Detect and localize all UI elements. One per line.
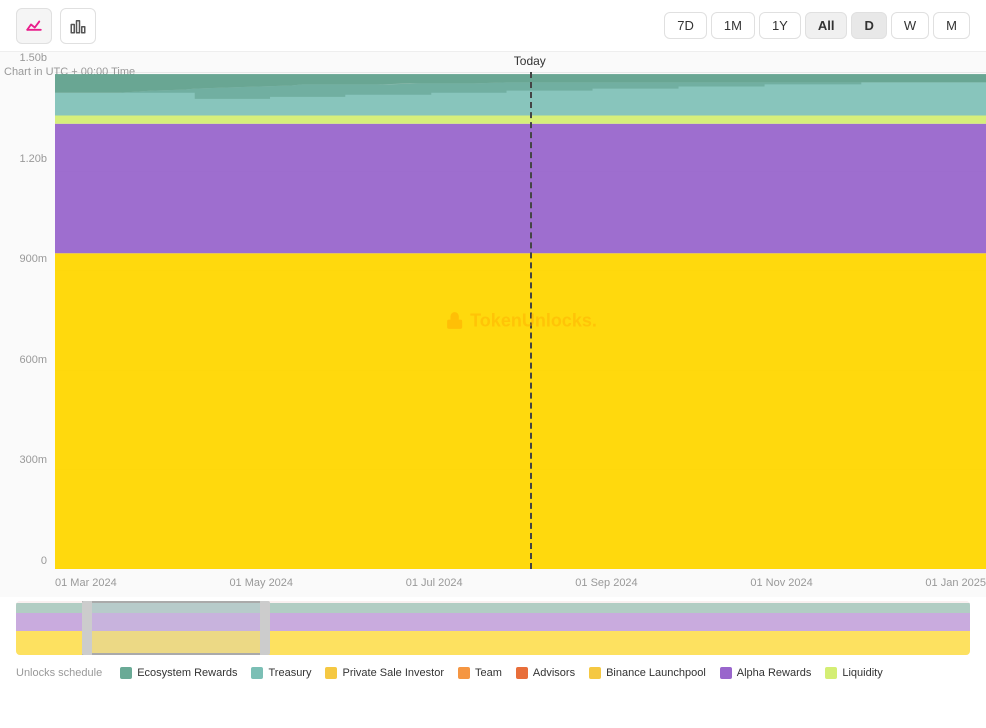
filter-7d[interactable]: 7D	[664, 12, 707, 39]
area-yellow	[55, 253, 986, 569]
x-label-mar: 01 Mar 2024	[55, 577, 117, 589]
y-label-1.20b: 1.20b	[19, 153, 47, 165]
legend-item-binance: Binance Launchpool	[589, 667, 706, 679]
chart-legend: Unlocks schedule Ecosystem Rewards Treas…	[0, 659, 986, 687]
minimap[interactable]	[16, 601, 970, 655]
x-label-jul: 01 Jul 2024	[406, 577, 463, 589]
area-lime	[55, 115, 986, 123]
x-label-jan: 01 Jan 2025	[925, 577, 986, 589]
filter-1y[interactable]: 1Y	[759, 12, 801, 39]
legend-color-binance	[589, 667, 601, 679]
filter-1m[interactable]: 1M	[711, 12, 755, 39]
chart-type-controls	[16, 8, 96, 44]
time-filter-controls: 7D 1M 1Y All D W M	[664, 12, 970, 39]
period-d[interactable]: D	[851, 12, 886, 39]
top-bar: 7D 1M 1Y All D W M	[0, 0, 986, 52]
period-w[interactable]: W	[891, 12, 929, 39]
legend-item-treasury: Treasury	[251, 667, 311, 679]
line-chart-button[interactable]	[16, 8, 52, 44]
x-label-sep: 01 Sep 2024	[575, 577, 637, 589]
legend-color-ecosystem	[120, 667, 132, 679]
stacked-chart-container: Today TokenUnlocks.	[55, 72, 986, 569]
legend-item-liquidity: Liquidity	[825, 667, 882, 679]
legend-item-team: Team	[458, 667, 502, 679]
legend-text-team: Team	[475, 667, 502, 679]
legend-text-liquidity: Liquidity	[842, 667, 882, 679]
minimap-handle-right[interactable]	[260, 601, 270, 655]
y-label-0: 0	[41, 555, 47, 567]
y-label-600m: 600m	[19, 354, 47, 366]
x-label-nov: 01 Nov 2024	[750, 577, 812, 589]
legend-item-alpha: Alpha Rewards	[720, 667, 812, 679]
legend-item-advisors: Advisors	[516, 667, 575, 679]
today-line	[530, 72, 532, 569]
legend-item-private-sale: Private Sale Investor	[325, 667, 444, 679]
filter-all[interactable]: All	[805, 12, 848, 39]
legend-color-team	[458, 667, 470, 679]
legend-color-liquidity	[825, 667, 837, 679]
today-label: Today	[514, 54, 546, 68]
legend-color-alpha	[720, 667, 732, 679]
legend-text-binance: Binance Launchpool	[606, 667, 706, 679]
minimap-selected-range	[82, 601, 260, 655]
period-m[interactable]: M	[933, 12, 970, 39]
chart-area: 1.50b 1.20b 900m 600m 300m 0 Chart in UT…	[0, 52, 986, 597]
legend-text-alpha: Alpha Rewards	[737, 667, 812, 679]
bar-chart-button[interactable]	[60, 8, 96, 44]
legend-text-private-sale: Private Sale Investor	[342, 667, 444, 679]
legend-text-treasury: Treasury	[268, 667, 311, 679]
legend-item-ecosystem: Ecosystem Rewards	[120, 667, 237, 679]
legend-color-private-sale	[325, 667, 337, 679]
legend-text-ecosystem: Ecosystem Rewards	[137, 667, 237, 679]
legend-color-treasury	[251, 667, 263, 679]
y-axis: 1.50b 1.20b 900m 600m 300m 0	[0, 52, 55, 567]
x-label-may: 01 May 2024	[229, 577, 293, 589]
stacked-area-svg	[55, 72, 986, 569]
legend-color-advisors	[516, 667, 528, 679]
y-label-1.50b: 1.50b	[19, 52, 47, 64]
y-label-900m: 900m	[19, 253, 47, 265]
minimap-handle-left[interactable]	[82, 601, 92, 655]
y-label-300m: 300m	[19, 454, 47, 466]
unlocks-schedule-label: Unlocks schedule	[16, 667, 102, 679]
legend-text-advisors: Advisors	[533, 667, 575, 679]
x-axis: 01 Mar 2024 01 May 2024 01 Jul 2024 01 S…	[55, 569, 986, 597]
